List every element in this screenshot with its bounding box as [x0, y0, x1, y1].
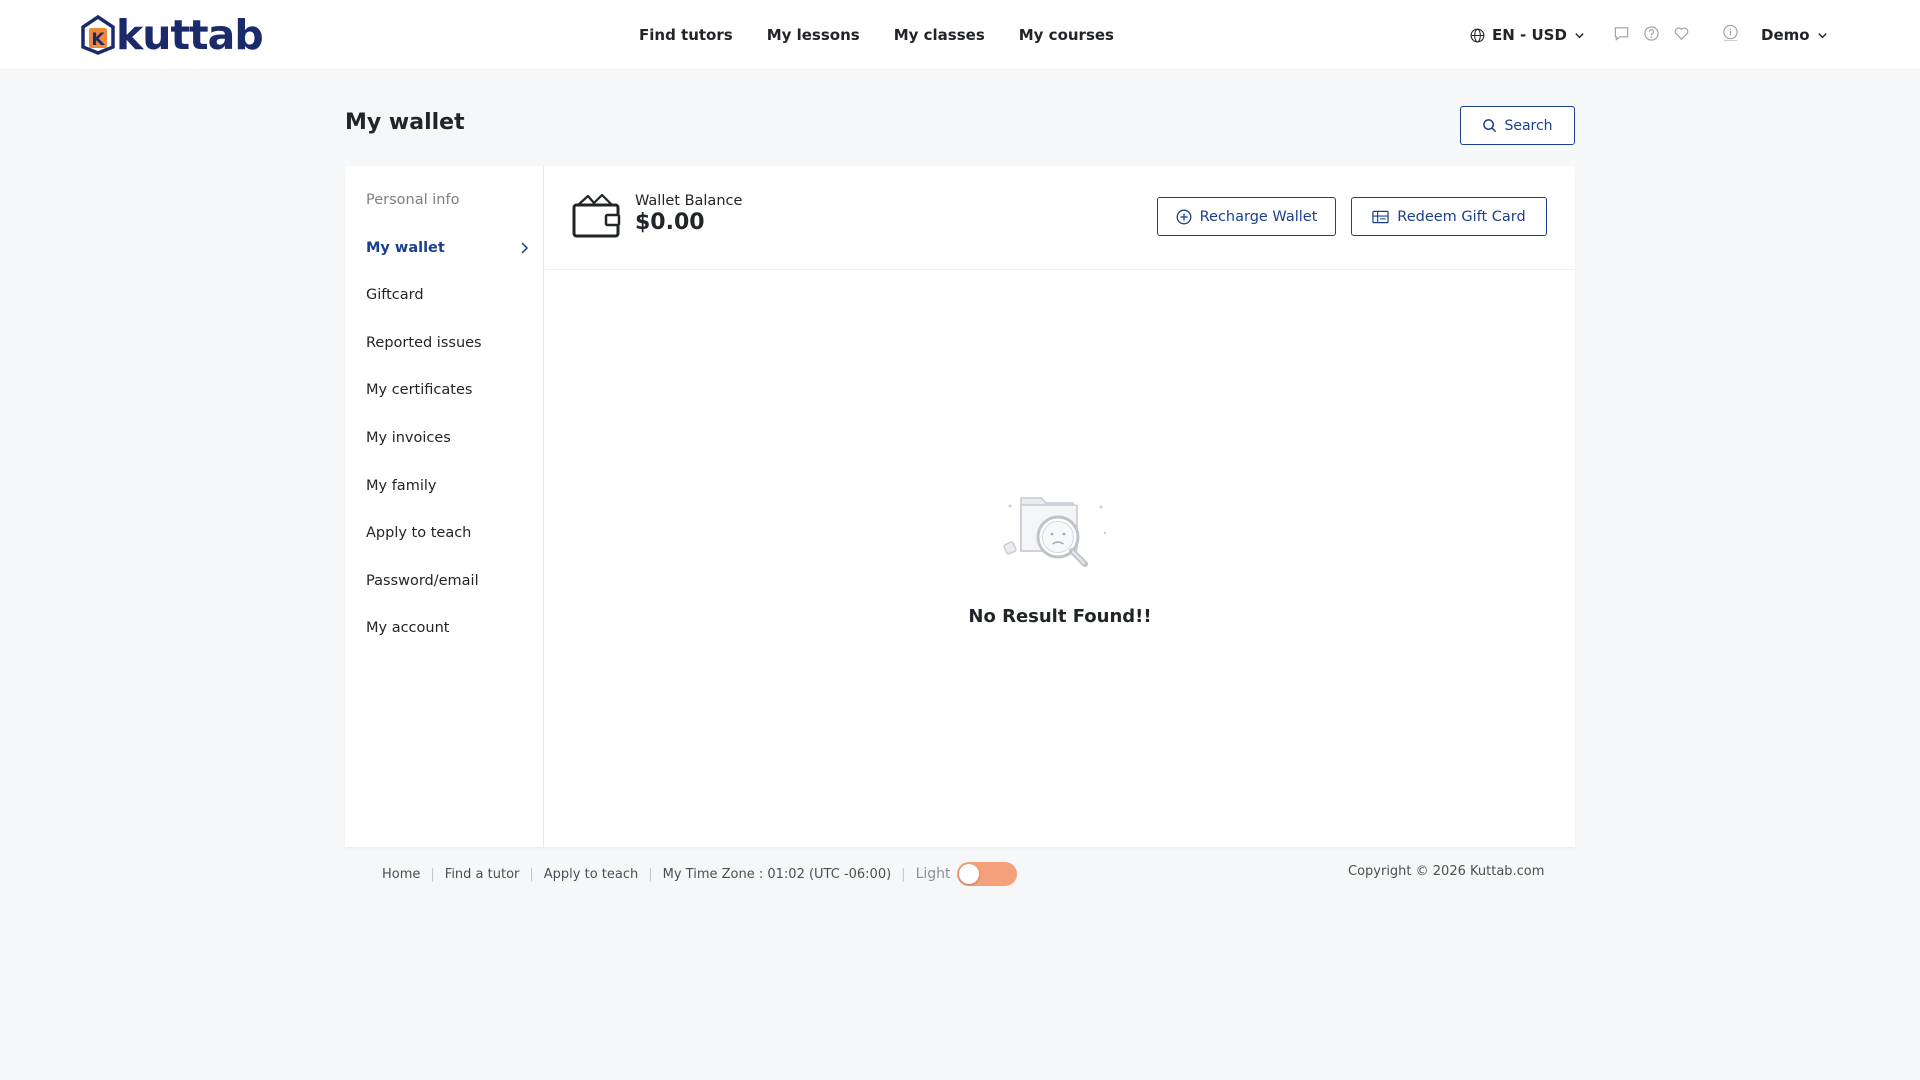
nav-my-classes[interactable]: My classes [894, 26, 985, 44]
chevron-down-icon [1575, 32, 1584, 38]
sidebar-item-reported-issues[interactable]: Reported issues [366, 331, 536, 355]
wallet-balance-value: $0.00 [635, 210, 705, 235]
empty-state-message: No Result Found!! [968, 606, 1152, 627]
page-title: My wallet [345, 110, 465, 135]
sidebar-item-label: Password/email [366, 573, 479, 589]
recharge-wallet-label: Recharge Wallet [1199, 208, 1318, 225]
toggle-knob [958, 864, 979, 884]
footer-link-apply-to-teach[interactable]: Apply to teach [544, 867, 638, 882]
wallet-card: Personal info My wallet Giftcard Reporte… [345, 166, 1575, 847]
chevron-right-icon [521, 242, 529, 254]
svg-text:K: K [91, 30, 105, 50]
top-navbar: K kuttab Find tutors My lessons My class… [0, 0, 1920, 70]
search-icon [1483, 119, 1497, 133]
redeem-gift-card-button[interactable]: Redeem Gift Card [1351, 197, 1547, 236]
sidebar-item-label: My certificates [366, 382, 473, 398]
info-icon[interactable] [1722, 24, 1739, 42]
sidebar-item-my-account[interactable]: My account [366, 616, 536, 640]
sidebar-item-label: Apply to teach [366, 525, 472, 541]
wallet-balance-label: Wallet Balance [635, 193, 743, 209]
search-button-label: Search [1504, 117, 1553, 134]
footer-link-find-a-tutor[interactable]: Find a tutor [445, 867, 520, 882]
header-icons [1613, 25, 1690, 42]
nav-find-tutors[interactable]: Find tutors [639, 26, 733, 44]
logo-book-icon: K [81, 14, 115, 55]
sidebar-item-my-family[interactable]: My family [366, 474, 536, 498]
sidebar-item-password-email[interactable]: Password/email [366, 569, 536, 593]
footer-separator: | [901, 866, 906, 882]
recharge-wallet-button[interactable]: Recharge Wallet [1157, 197, 1336, 236]
theme-switcher: Light [916, 862, 1017, 886]
chat-icon[interactable] [1613, 25, 1630, 42]
chevron-down-icon [1817, 32, 1827, 38]
sidebar-item-label: My family [366, 478, 437, 494]
wallet-balance-header: Wallet Balance $0.00 Recharge Wallet Red… [545, 166, 1575, 270]
redeem-gift-card-label: Redeem Gift Card [1397, 208, 1526, 225]
gift-card-icon [1372, 210, 1389, 223]
search-button[interactable]: Search [1460, 106, 1575, 145]
globe-icon [1470, 28, 1485, 42]
sidebar-item-personal-info[interactable]: Personal info [366, 188, 536, 212]
language-currency-dropdown[interactable]: EN - USD [1470, 24, 1585, 46]
plus-circle-icon [1176, 209, 1192, 224]
sidebar-item-label: My account [366, 620, 450, 636]
sidebar-item-label: Personal info [366, 192, 460, 208]
help-icon[interactable] [1643, 25, 1660, 42]
footer-timezone: My Time Zone : 01:02 (UTC -06:00) [662, 866, 892, 882]
sidebar-item-giftcard[interactable]: Giftcard [366, 283, 536, 307]
sidebar-item-my-wallet[interactable]: My wallet [366, 236, 536, 260]
footer-links: Home | Find a tutor | Apply to teach | M… [382, 862, 1017, 886]
account-sidebar: Personal info My wallet Giftcard Reporte… [345, 166, 544, 847]
logo-text: kuttab [116, 11, 264, 59]
footer-separator: | [648, 866, 653, 882]
main-nav: Find tutors My lessons My classes My cou… [639, 0, 1114, 70]
sidebar-item-my-invoices[interactable]: My invoices [366, 426, 536, 450]
kuttab-logo[interactable]: K kuttab [78, 11, 264, 59]
heart-icon[interactable] [1673, 25, 1690, 42]
sidebar-item-label: My invoices [366, 430, 451, 446]
theme-label: Light [915, 866, 951, 882]
wallet-icon [572, 193, 621, 238]
sidebar-item-label: My wallet [366, 240, 445, 256]
language-currency-label: EN - USD [1492, 26, 1567, 44]
sidebar-item-apply-to-teach[interactable]: Apply to teach [366, 521, 536, 545]
user-name: Demo [1761, 26, 1810, 44]
wallet-content: Wallet Balance $0.00 Recharge Wallet Red… [545, 166, 1575, 847]
nav-my-courses[interactable]: My courses [1019, 26, 1114, 44]
user-menu-dropdown[interactable]: Demo [1761, 24, 1828, 46]
footer-copyright: Copyright © 2026 Kuttab.com [1348, 864, 1545, 879]
empty-folder-search-icon [1003, 497, 1107, 567]
nav-my-lessons[interactable]: My lessons [767, 26, 860, 44]
footer-link-home[interactable]: Home [382, 867, 420, 882]
footer-separator: | [529, 866, 534, 882]
sidebar-item-my-certificates[interactable]: My certificates [366, 378, 536, 402]
sidebar-item-label: Giftcard [366, 287, 424, 303]
theme-toggle[interactable] [956, 862, 1017, 886]
footer-separator: | [430, 866, 435, 882]
sidebar-item-label: Reported issues [366, 335, 482, 351]
